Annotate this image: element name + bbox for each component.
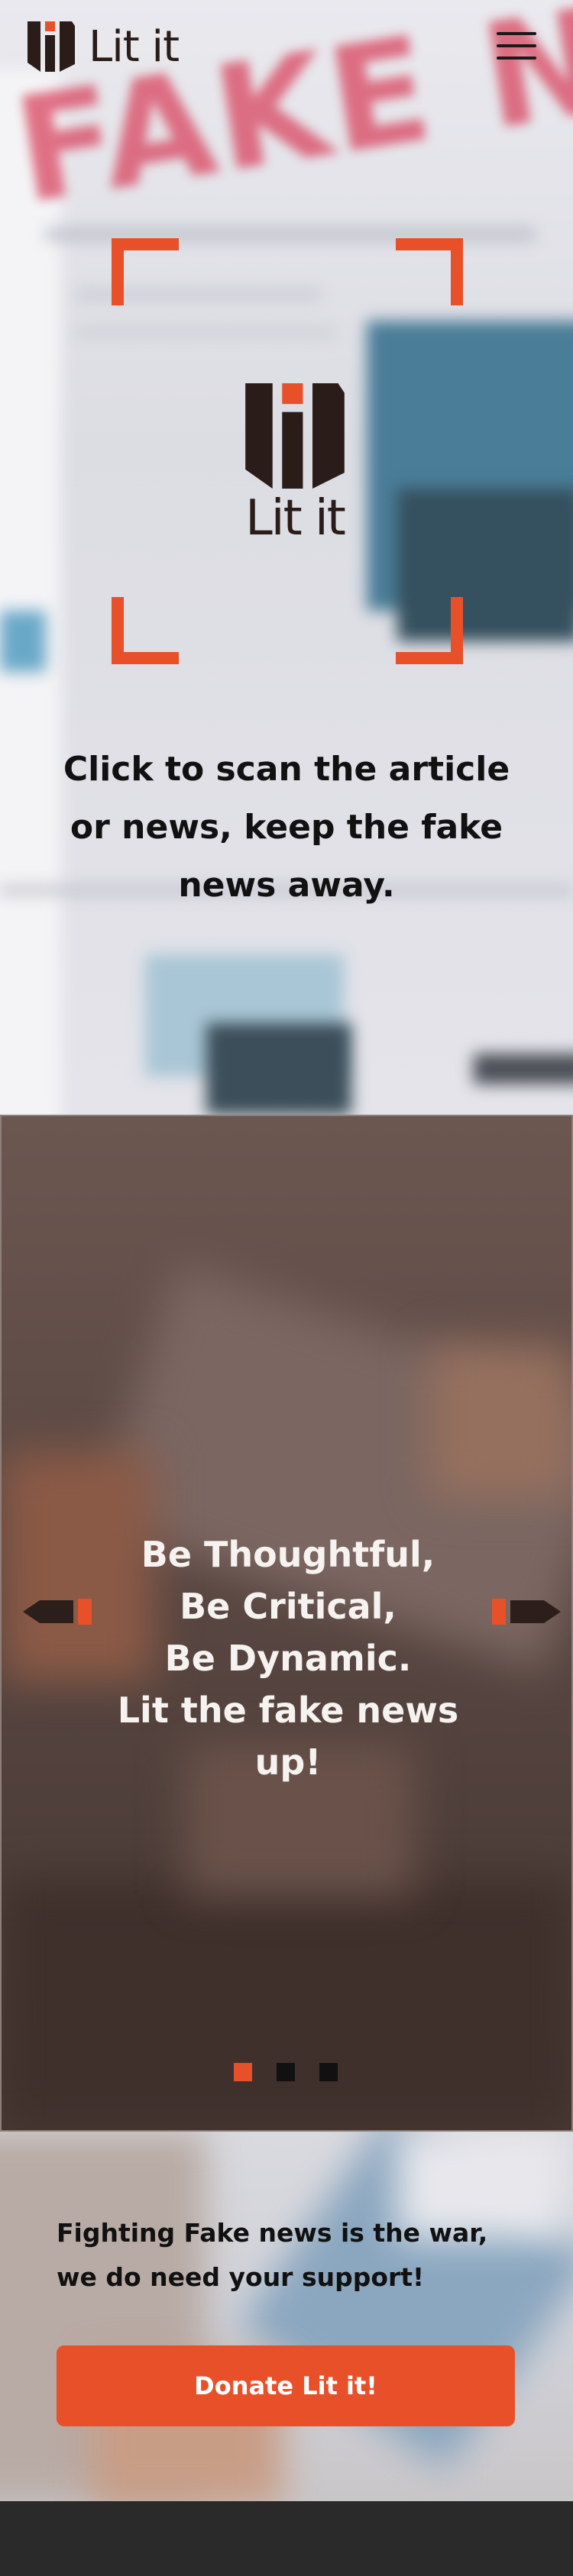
- lit-it-logo-icon: [28, 21, 75, 72]
- lit-it-logo-icon: [245, 383, 345, 489]
- slide-line: Be Critical,: [180, 1586, 397, 1627]
- slide-line: up!: [254, 1742, 322, 1783]
- donate-button[interactable]: Donate Lit it!: [57, 2345, 515, 2426]
- hamburger-menu-icon[interactable]: [497, 32, 536, 60]
- slider-dot[interactable]: [277, 2063, 295, 2081]
- newspaper-background: [206, 1023, 351, 1115]
- arrow-left-icon[interactable]: [23, 1596, 107, 1628]
- support-line: we do need your support!: [57, 2262, 425, 2292]
- scan-button[interactable]: Lit it: [112, 238, 463, 664]
- newspaper-background: [474, 1054, 573, 1084]
- slider-dot[interactable]: [319, 2063, 338, 2081]
- brand-logo[interactable]: Lit it: [28, 21, 196, 72]
- slider-background: [2, 1880, 571, 2130]
- scan-corners-icon: [396, 597, 463, 664]
- page-footer: [0, 2501, 573, 2576]
- slogan-slider: Be Thoughtful, Be Critical, Be Dynamic. …: [0, 1115, 573, 2132]
- slide-line: Lit the fake news: [117, 1690, 459, 1731]
- slider-background: [429, 1345, 571, 1498]
- top-nav: Lit it: [0, 0, 573, 90]
- slider-pagination: [234, 2063, 341, 2081]
- brand-name: Lit it: [245, 490, 346, 547]
- scan-corners-icon: [112, 597, 179, 664]
- center-logo: Lit it: [241, 383, 348, 547]
- hero-section: FAKE NEWS Lit it Lit it Click to scan th…: [0, 0, 573, 1115]
- arrow-right-icon[interactable]: [477, 1596, 561, 1628]
- slider-dot[interactable]: [234, 2063, 252, 2081]
- newspaper-background: [0, 611, 46, 672]
- scan-prompt: Click to scan the article or news, keep …: [63, 750, 510, 905]
- support-section: Fighting Fake news is the war, we do nee…: [0, 2132, 573, 2501]
- slide-line: Be Dynamic.: [164, 1638, 412, 1679]
- support-message: Fighting Fake news is the war, we do nee…: [57, 2211, 515, 2300]
- support-line: Fighting Fake news is the war,: [57, 2218, 488, 2248]
- scan-corners-icon: [396, 238, 463, 305]
- slide-caption: Be Thoughtful, Be Critical, Be Dynamic. …: [78, 1528, 498, 1788]
- slide-line: Be Thoughtful,: [141, 1534, 435, 1575]
- scan-corners-icon: [112, 238, 179, 305]
- brand-name: Lit it: [89, 22, 180, 72]
